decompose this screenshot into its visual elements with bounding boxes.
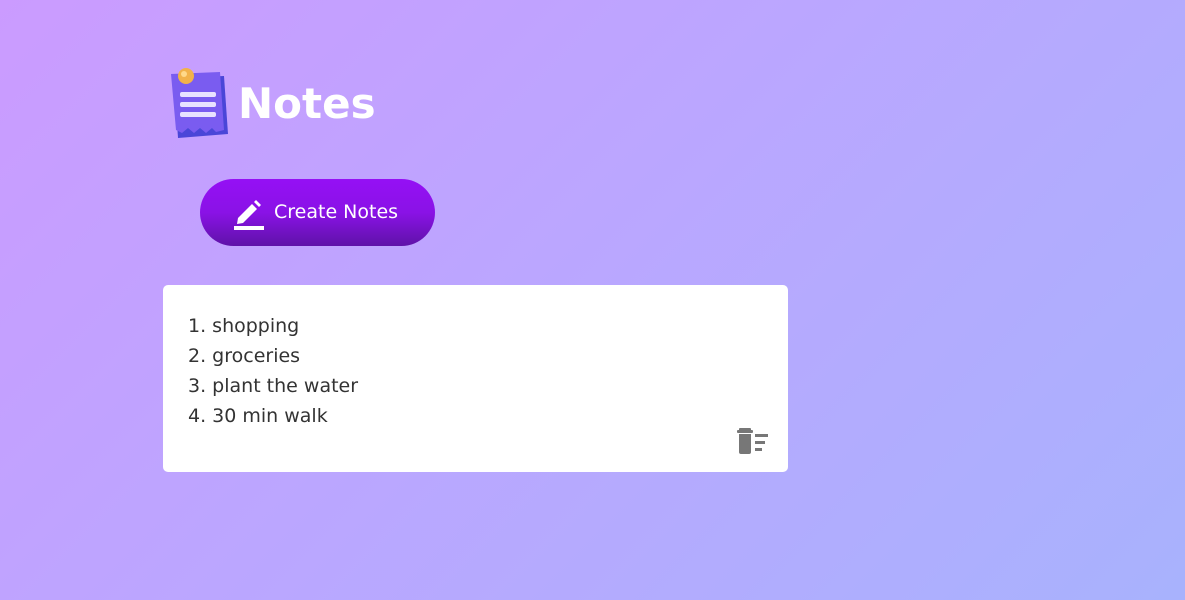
app-header: Notes [168,66,376,142]
delete-sweep-icon [736,428,770,460]
note-line: 4. 30 min walk [188,405,328,427]
app-title: Notes [238,79,376,128]
create-notes-label: Create Notes [274,201,399,223]
notepad-pin-icon [168,66,232,142]
create-notes-button[interactable]: Create Notes [200,179,435,246]
note-line: 2. groceries [188,345,301,367]
note-content[interactable]: 1. shopping 2. groceries 3. plant the wa… [188,311,764,431]
note-line: 3. plant the water [188,375,359,397]
pencil-icon [232,196,264,230]
note-line: 1. shopping [188,315,300,337]
note-card[interactable]: 1. shopping 2. groceries 3. plant the wa… [163,285,788,472]
delete-note-button[interactable] [736,426,770,456]
